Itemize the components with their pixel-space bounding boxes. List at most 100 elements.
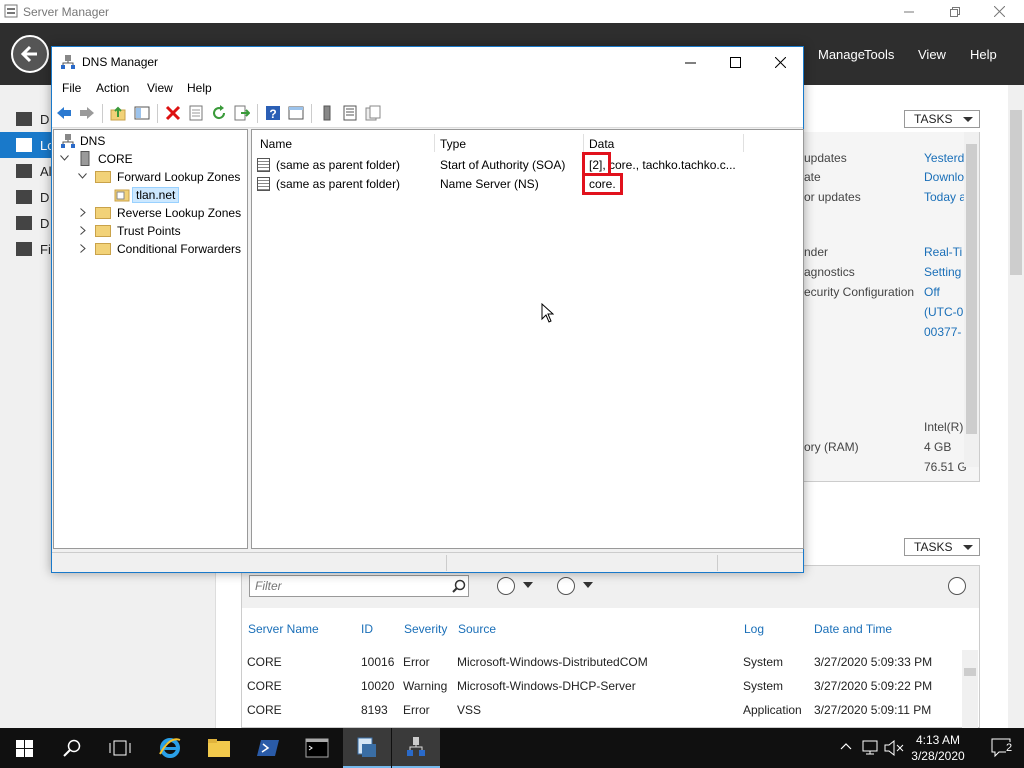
chevron-up-icon[interactable]	[840, 742, 852, 750]
volume-muted-icon[interactable]	[884, 740, 904, 756]
zone-icon	[114, 189, 130, 202]
tree-node-conditional-forwarders[interactable]: Conditional Forwarders	[78, 240, 243, 258]
back-button[interactable]	[11, 35, 49, 73]
table-row[interactable]: CORE 10016 Error Microsoft-Windows-Distr…	[242, 652, 962, 672]
sm-close-button[interactable]	[976, 0, 1022, 23]
record-row-soa[interactable]: (same as parent folder) Start of Authori…	[257, 156, 797, 174]
refresh-icon[interactable]	[211, 105, 227, 121]
prop-value-link[interactable]: Downlo	[924, 170, 964, 184]
tree-node-forward-lookup-zones[interactable]: Forward Lookup Zones	[78, 168, 243, 186]
prop-label: agnostics	[804, 265, 855, 279]
forward-icon[interactable]	[79, 105, 95, 121]
taskbar-server-manager[interactable]	[343, 728, 391, 768]
menu-help[interactable]: Help	[187, 81, 212, 95]
tree-node-reverse-lookup-zones[interactable]: Reverse Lookup Zones	[78, 204, 243, 222]
sm-menu-manage[interactable]: Manage	[818, 47, 865, 62]
menu-action[interactable]: Action	[96, 81, 129, 95]
folder-icon	[95, 171, 111, 183]
network-icon[interactable]	[862, 740, 880, 756]
events-filter-box[interactable]	[249, 575, 469, 597]
maximize-button[interactable]	[713, 47, 757, 77]
svg-text:?: ?	[269, 107, 276, 121]
properties-scrollbar-thumb[interactable]	[966, 144, 977, 434]
sm-restore-button[interactable]	[932, 0, 978, 23]
menu-file[interactable]: File	[62, 81, 81, 95]
records-list-pane: Name Type Data (same as parent folder) S…	[251, 129, 804, 549]
col-source[interactable]: Source	[458, 622, 496, 636]
zones-icon[interactable]	[365, 105, 381, 121]
chevron-right-icon[interactable]	[80, 244, 86, 253]
dns-app-icon	[61, 55, 75, 69]
record-data-rest: , core., tachko.tachko.c...	[602, 158, 736, 172]
taskbar-powershell[interactable]	[244, 728, 292, 768]
sm-menu-help[interactable]: Help	[970, 47, 997, 62]
close-button[interactable]	[758, 47, 803, 77]
prop-value-link[interactable]: Off	[924, 285, 940, 299]
col-header-name[interactable]: Name	[260, 137, 292, 151]
expand-collapse-icon[interactable]	[948, 577, 966, 595]
chevron-down-icon[interactable]	[78, 173, 87, 179]
sm-minimize-button[interactable]	[886, 0, 932, 23]
taskbar-dns-manager[interactable]	[392, 728, 440, 768]
sm-menu-tools[interactable]: Tools	[864, 47, 894, 62]
events-scrollbar[interactable]	[962, 650, 978, 728]
prop-value-link[interactable]: Today a	[924, 190, 966, 204]
caret-down-icon[interactable]	[583, 582, 593, 588]
search-icon[interactable]	[452, 579, 466, 593]
chevron-right-icon[interactable]	[80, 208, 86, 217]
prop-value-link[interactable]: Yesterd	[924, 151, 964, 165]
up-folder-icon[interactable]	[110, 105, 126, 121]
prop-value-link[interactable]: Real-Ti	[924, 245, 962, 259]
col-severity[interactable]: Severity	[404, 622, 447, 636]
show-hide-tree-icon[interactable]	[134, 105, 150, 121]
col-id[interactable]: ID	[361, 622, 373, 636]
search-button[interactable]	[48, 728, 96, 768]
server-icon	[80, 151, 90, 166]
export-list-icon[interactable]	[234, 105, 250, 121]
properties-tasks-button[interactable]: TASKS	[904, 110, 980, 128]
caret-down-icon[interactable]	[523, 582, 533, 588]
taskbar-command-prompt[interactable]	[293, 728, 341, 768]
task-view-button[interactable]	[96, 728, 144, 768]
col-header-data[interactable]: Data	[589, 137, 614, 151]
col-log[interactable]: Log	[744, 622, 764, 636]
minimize-button[interactable]	[668, 47, 712, 77]
server-icon[interactable]	[319, 105, 335, 121]
tree-node-core-server[interactable]: CORE	[60, 150, 240, 168]
prop-value-link[interactable]: 00377-	[924, 325, 961, 339]
col-header-type[interactable]: Type	[440, 137, 466, 151]
table-row[interactable]: CORE 8193 Error VSS Application 3/27/202…	[242, 700, 962, 720]
action-pane-icon[interactable]	[288, 105, 304, 121]
back-icon[interactable]	[56, 105, 72, 121]
dns-titlebar[interactable]: DNS Manager	[52, 47, 803, 77]
delete-icon[interactable]	[165, 105, 181, 121]
start-button[interactable]	[0, 728, 48, 768]
tree-node-dns-root[interactable]: DNS	[60, 132, 240, 150]
events-tasks-button[interactable]: TASKS	[904, 538, 980, 556]
table-row[interactable]: CORE 10020 Warning Microsoft-Windows-DHC…	[242, 676, 962, 696]
events-scrollbar-thumb[interactable]	[964, 668, 976, 676]
action-center-button[interactable]: 2	[980, 728, 1024, 768]
taskbar-ie[interactable]	[146, 728, 194, 768]
tree-node-trust-points[interactable]: Trust Points	[78, 222, 243, 240]
records-icon[interactable]	[342, 105, 358, 121]
col-date-time[interactable]: Date and Time	[814, 622, 892, 636]
taskbar-clock[interactable]: 4:13 AM 3/28/2020	[906, 732, 970, 764]
save-query-icon[interactable]	[557, 577, 575, 595]
chevron-right-icon[interactable]	[80, 226, 86, 235]
sm-scrollbar-thumb[interactable]	[1010, 110, 1022, 275]
events-filter-input[interactable]	[250, 576, 440, 596]
col-server-name[interactable]: Server Name	[248, 622, 319, 636]
taskbar-file-explorer[interactable]	[195, 728, 243, 768]
menu-view[interactable]: View	[147, 81, 173, 95]
chevron-down-icon[interactable]	[60, 155, 69, 161]
prop-value-link[interactable]: (UTC-0	[924, 305, 963, 319]
sm-menu-view[interactable]: View	[918, 47, 946, 62]
clock-time: 4:13 AM	[915, 733, 961, 747]
list-options-icon[interactable]	[497, 577, 515, 595]
record-row-ns[interactable]: (same as parent folder) Name Server (NS)…	[257, 175, 797, 193]
properties-icon[interactable]	[188, 105, 204, 121]
tree-node-tlan-net[interactable]: tlan.net	[114, 186, 234, 204]
help-icon[interactable]: ?	[265, 105, 281, 121]
prop-value-link[interactable]: Setting	[924, 265, 961, 279]
